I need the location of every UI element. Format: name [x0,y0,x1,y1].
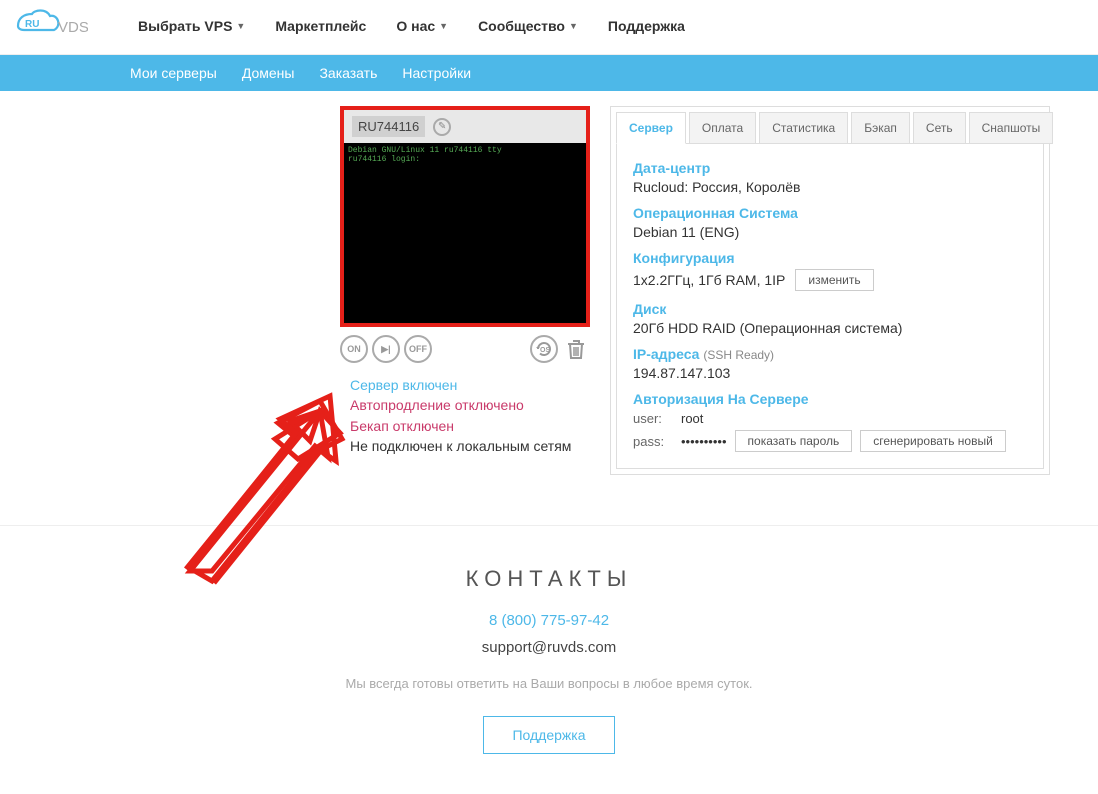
svg-text:RU: RU [25,19,39,30]
restart-button[interactable]: ▶| [372,335,400,363]
tab-content: Дата-центр Rucloud: Россия, Королёв Опер… [616,143,1044,469]
subnav-order[interactable]: Заказать [319,65,377,81]
console-frame: RU744116 ✎ Debian GNU/Linux 11 ru744116 … [340,106,590,327]
dc-heading: Дата-центр [633,160,1027,176]
delete-button[interactable] [562,335,590,363]
nav-about[interactable]: О нас▼ [396,18,448,34]
contact-note: Мы всегда готовы ответить на Ваши вопрос… [0,676,1098,691]
pass-label: pass: [633,434,673,449]
status-backup: Бекап отключен [350,416,580,436]
top-nav: RU VDS Выбрать VPS▼ Маркетплейс О нас▼ С… [0,0,1098,55]
tab-snapshots[interactable]: Снапшоты [969,112,1054,144]
pass-value: •••••••••• [681,434,727,449]
vnc-console[interactable]: Debian GNU/Linux 11 ru744116 tty ru74411… [344,143,586,323]
status-autorenew: Автопродление отключено [350,395,580,415]
server-controls: ON ▶| OFF OS [340,327,590,371]
subnav-settings[interactable]: Настройки [402,65,471,81]
contact-email[interactable]: support@ruvds.com [0,639,1098,656]
nav-vps[interactable]: Выбрать VPS▼ [138,18,245,34]
status-power: Сервер включен [350,375,580,395]
details-panel: Сервер Оплата Статистика Бэкап Сеть Снап… [610,106,1050,475]
footer: КОНТАКТЫ 8 (800) 775-97-42 support@ruvds… [0,525,1098,794]
server-status: Сервер включен Автопродление отключено Б… [340,371,590,460]
auth-heading: Авторизация На Сервере [633,391,1027,407]
power-off-button[interactable]: OFF [404,335,432,363]
chevron-down-icon: ▼ [569,21,578,31]
logo[interactable]: RU VDS [10,8,88,44]
config-value: 1x2.2ГГц, 1Гб RAM, 1IP [633,272,785,288]
ip-heading: IP-адреса (SSH Ready) [633,346,1027,362]
user-label: user: [633,411,673,426]
tab-server[interactable]: Сервер [616,112,686,144]
svg-text:OS: OS [540,347,550,354]
edit-icon[interactable]: ✎ [433,118,451,136]
primary-nav: Выбрать VPS▼ Маркетплейс О нас▼ Сообщест… [138,18,685,34]
server-id-badge: RU744116 [352,116,425,137]
os-heading: Операционная Система [633,205,1027,221]
server-card: RU744116 ✎ Debian GNU/Linux 11 ru744116 … [340,106,590,475]
reinstall-os-button[interactable]: OS [530,335,558,363]
dc-value: Rucloud: Россия, Королёв [633,179,1027,195]
tabs: Сервер Оплата Статистика Бэкап Сеть Снап… [616,112,1044,144]
disk-heading: Диск [633,301,1027,317]
contact-phone[interactable]: 8 (800) 775-97-42 [0,612,1098,629]
generate-password-button[interactable]: сгенерировать новый [860,430,1006,452]
power-on-button[interactable]: ON [340,335,368,363]
config-heading: Конфигурация [633,250,1027,266]
sub-nav: Мои серверы Домены Заказать Настройки [0,55,1098,91]
nav-support[interactable]: Поддержка [608,18,685,34]
user-value: root [681,411,703,426]
ssh-ready-label: (SSH Ready) [703,348,774,362]
chevron-down-icon: ▼ [236,21,245,31]
tab-backup[interactable]: Бэкап [851,112,910,144]
support-button[interactable]: Поддержка [483,716,614,754]
subnav-domains[interactable]: Домены [242,65,295,81]
nav-marketplace[interactable]: Маркетплейс [275,18,366,34]
contacts-heading: КОНТАКТЫ [0,566,1098,592]
status-lan: Не подключен к локальным сетям [350,436,580,456]
disk-value: 20Гб HDD RAID (Операционная система) [633,320,1027,336]
svg-text:VDS: VDS [58,19,88,36]
tab-network[interactable]: Сеть [913,112,966,144]
show-password-button[interactable]: показать пароль [735,430,853,452]
nav-community[interactable]: Сообщество▼ [478,18,578,34]
subnav-servers[interactable]: Мои серверы [130,65,217,81]
tab-payment[interactable]: Оплата [689,112,756,144]
chevron-down-icon: ▼ [439,21,448,31]
os-value: Debian 11 (ENG) [633,224,1027,240]
change-config-button[interactable]: изменить [795,269,873,291]
ip-value: 194.87.147.103 [633,365,1027,381]
tab-stats[interactable]: Статистика [759,112,848,144]
